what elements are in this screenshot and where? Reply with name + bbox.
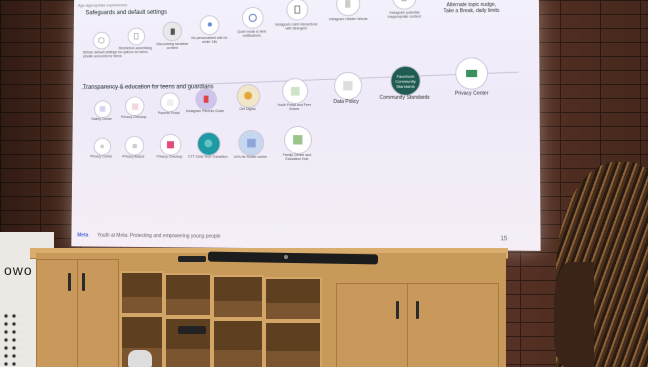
slide-top-label: Age-appropriate experiences (77, 2, 128, 8)
footer-text: Youth at Meta: Protecting and empowering… (97, 232, 221, 240)
section1-title: Safeguards and default settings (85, 9, 168, 17)
ctt-label: CTT Child Tech Transition (187, 154, 228, 159)
cubby (212, 319, 264, 367)
privacy-checkup-small-label: Privacy Checkup (156, 154, 183, 159)
community-badge-text: Facebook Community Standards (395, 73, 416, 89)
kinder-online-label: Let's be Kinder online (233, 154, 267, 159)
door-handle (68, 273, 71, 291)
photo-scene: Age-appropriate experiences Safeguards a… (0, 0, 648, 367)
left-door (36, 259, 78, 367)
privacy-basics-icon (124, 135, 145, 156)
hidden-words-label: Instagram Hidden Words (328, 16, 368, 22)
privacy-center-label: Privacy Center (454, 90, 489, 97)
ad-options-icon (127, 27, 146, 46)
privacy-center-icon (455, 57, 489, 90)
smart-speaker (128, 350, 152, 367)
privacy-checkup-label: Privacy Checkup (120, 115, 147, 120)
page-number: 15 (500, 236, 508, 243)
no-ads-icon (199, 15, 220, 36)
kinder-online-icon (238, 129, 265, 156)
cubby (212, 275, 264, 319)
youth-portal-icon (282, 78, 309, 105)
cubby (120, 271, 164, 315)
person-face (554, 262, 594, 367)
streaming-device (178, 326, 206, 334)
ctt-icon (196, 131, 221, 156)
right-door (336, 283, 408, 367)
get-digital-icon (236, 84, 261, 109)
parents-guide-label: Instagram Parents Guide (185, 109, 225, 114)
soundbar-logo-icon (284, 255, 288, 259)
potential-content-label: Instagram potential inappropriate conten… (387, 10, 422, 19)
safety-center-icon (93, 100, 112, 119)
get-digital-label: Get Digital (239, 107, 256, 112)
door-handle (416, 301, 419, 319)
sensitive-content-icon (162, 21, 183, 42)
privacy-checkup-small-icon (159, 133, 182, 156)
meta-logo: Meta (77, 232, 89, 239)
data-policy-label: Data Policy (333, 98, 359, 105)
potential-content-icon (392, 0, 417, 10)
default-settings-icon (92, 31, 111, 50)
cubby (264, 277, 322, 321)
privacy-center-small-icon (93, 137, 112, 156)
no-ads-label: No personalized ads for under 18s (191, 35, 228, 44)
cubby (164, 317, 212, 367)
door-handle (82, 273, 85, 291)
wooden-credenza (36, 253, 506, 367)
banner-pattern (2, 312, 20, 367)
quiet-mode-label: Quiet mode to limit notifications (237, 29, 267, 38)
right-door-2 (407, 283, 499, 367)
presentation-screen: Age-appropriate experiences Safeguards a… (71, 0, 541, 251)
door-handle (396, 301, 399, 319)
take-a-break-label: Alternate topic nudge, Take a Break, dai… (443, 1, 500, 14)
remote-device (178, 256, 206, 262)
data-policy-icon (334, 71, 363, 100)
section2-title: Transparency & education for teens and g… (82, 84, 214, 91)
parents-portal-icon (160, 92, 180, 113)
cubby (264, 321, 322, 367)
family-center-icon (283, 125, 312, 155)
parents-guide-icon (195, 88, 217, 111)
community-standards-label: Community Standards (379, 94, 430, 101)
cubby (164, 273, 212, 317)
slide-footer: Meta Youth at Meta: Protecting and empow… (77, 232, 220, 239)
limit-interactions-label: Instagram Limit interactions with strang… (275, 22, 318, 31)
hidden-words-icon (336, 0, 361, 17)
community-standards-icon: Facebook Community Standards (390, 65, 421, 96)
privacy-checkup-icon (124, 96, 145, 117)
family-center-label: Family Center and Education Hub (282, 152, 312, 161)
youth-portal-label: Youth Portal and Peer Voices (277, 103, 312, 111)
quiet-mode-icon (241, 6, 264, 29)
banner-text: owo (4, 262, 33, 278)
limit-interactions-icon (286, 0, 309, 21)
